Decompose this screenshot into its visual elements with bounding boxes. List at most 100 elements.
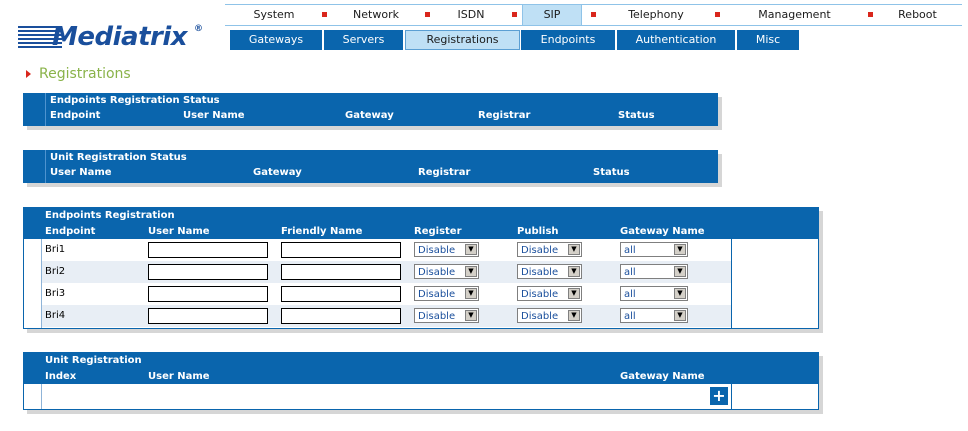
table-right-divider [731,208,732,328]
col-index: Index [45,371,77,382]
user-name-input-bri3[interactable] [148,286,268,302]
register-select-bri1[interactable]: Disable ▼ [414,242,479,257]
dropdown-arrow-icon: ▼ [465,244,477,255]
col-endpoint: Endpoint [45,226,96,237]
gateway-select-bri3[interactable]: all ▼ [620,286,688,301]
top-menu-management[interactable]: Management [722,5,867,25]
dropdown-arrow-icon: ▼ [674,244,686,255]
friendly-name-input-bri2[interactable] [281,264,401,280]
logo-registered-mark: ® [194,24,203,34]
sub-menu-endpoints[interactable]: Endpoints [521,30,615,50]
endpoints-registration-header: Endpoints Registration Endpoint User Nam… [24,208,818,239]
col-gateway-name: Gateway Name [620,371,705,382]
top-menu-network[interactable]: Network [329,5,423,25]
col-publish: Publish [517,226,559,237]
table-right-divider [731,353,732,409]
dropdown-arrow-icon: ▼ [674,288,686,299]
unit-status-col-user-name: User Name [50,167,112,178]
col-gateway-name: Gateway Name [620,226,705,237]
publish-select-value: Disable [521,267,559,278]
unit-status-col-status: Status [593,167,630,178]
publish-select-value: Disable [521,289,559,300]
top-menu: System Network ISDN SIP Telephony Manage… [225,4,962,26]
friendly-name-input-bri1[interactable] [281,242,401,258]
endpoints-registration-table: Endpoints Registration Endpoint User Nam… [23,207,819,329]
gateway-select-value: all [624,311,636,322]
dropdown-arrow-icon: ▼ [568,310,580,321]
register-select-bri2[interactable]: Disable ▼ [414,264,479,279]
publish-select-value: Disable [521,245,559,256]
dropdown-arrow-icon: ▼ [568,266,580,277]
menu-separator-icon [591,12,596,17]
user-name-input-bri1[interactable] [148,242,268,258]
unit-registration-title: Unit Registration [45,355,142,366]
dropdown-arrow-icon: ▼ [465,266,477,277]
top-menu-sip[interactable]: SIP [522,5,582,25]
menu-separator-icon [715,12,720,17]
publish-select-bri4[interactable]: Disable ▼ [517,308,582,323]
user-name-input-bri2[interactable] [148,264,268,280]
unit-registration-status-panel: Unit Registration Status User Name Gatew… [23,150,718,183]
add-unit-registration-button[interactable]: + [710,387,728,405]
unit-status-title: Unit Registration Status [50,152,187,163]
table-gutter-divider [41,384,42,409]
endpoints-registration-title: Endpoints Registration [45,210,175,221]
gateway-select-bri1[interactable]: all ▼ [620,242,688,257]
gateway-select-value: all [624,267,636,278]
friendly-name-input-bri4[interactable] [281,308,401,324]
dropdown-arrow-icon: ▼ [568,288,580,299]
top-menu-telephony[interactable]: Telephony [597,5,715,25]
register-select-bri4[interactable]: Disable ▼ [414,308,479,323]
dropdown-arrow-icon: ▼ [674,310,686,321]
panel-gutter [23,93,46,126]
top-menu-system[interactable]: System [225,5,323,25]
sub-menu-misc[interactable]: Misc [737,30,799,50]
endpoints-status-col-gateway: Gateway [345,110,394,121]
panel-gutter [23,150,46,183]
endpoints-status-col-endpoint: Endpoint [50,110,101,121]
user-name-input-bri4[interactable] [148,308,268,324]
publish-select-bri1[interactable]: Disable ▼ [517,242,582,257]
endpoints-registration-status-panel: Endpoints Registration Status Endpoint U… [23,93,718,126]
endpoint-label: Bri1 [45,244,66,255]
sub-menu-registrations[interactable]: Registrations [405,30,520,50]
publish-select-value: Disable [521,311,559,322]
menu-separator-icon [512,12,517,17]
col-friendly-name: Friendly Name [281,226,363,237]
col-user-name: User Name [148,371,210,382]
register-select-value: Disable [418,289,456,300]
register-select-bri3[interactable]: Disable ▼ [414,286,479,301]
gateway-select-bri4[interactable]: all ▼ [620,308,688,323]
title-bullet-icon [26,70,31,78]
publish-select-bri3[interactable]: Disable ▼ [517,286,582,301]
register-select-value: Disable [418,311,456,322]
top-menu-reboot[interactable]: Reboot [875,5,960,25]
sub-menu-servers[interactable]: Servers [324,30,403,50]
table-row: Bri4 Disable ▼ Disable ▼ all ▼ [42,305,731,327]
page-title: Registrations [26,66,131,82]
dropdown-arrow-icon: ▼ [674,266,686,277]
unit-registration-table: Unit Registration Index User Name Gatewa… [23,352,819,410]
mediatrix-logo: Mediatrix ® [18,22,208,56]
dropdown-arrow-icon: ▼ [465,288,477,299]
unit-status-col-gateway: Gateway [253,167,302,178]
publish-select-bri2[interactable]: Disable ▼ [517,264,582,279]
endpoints-status-col-user-name: User Name [183,110,245,121]
endpoint-label: Bri2 [45,266,66,277]
gateway-select-bri2[interactable]: all ▼ [620,264,688,279]
sub-menu-authentication[interactable]: Authentication [617,30,735,50]
logo-text: Mediatrix [52,22,188,52]
menu-separator-icon [868,12,873,17]
endpoint-label: Bri4 [45,310,66,321]
unit-status-col-registrar: Registrar [418,167,471,178]
top-menu-isdn[interactable]: ISDN [432,5,510,25]
col-register: Register [414,226,462,237]
register-select-value: Disable [418,245,456,256]
friendly-name-input-bri3[interactable] [281,286,401,302]
gateway-select-value: all [624,289,636,300]
table-row: Bri2 Disable ▼ Disable ▼ all ▼ [42,261,731,283]
unit-registration-header: Unit Registration Index User Name Gatewa… [24,353,818,384]
sub-menu-gateways[interactable]: Gateways [230,30,322,50]
page-title-text: Registrations [39,66,131,82]
menu-separator-icon [425,12,430,17]
